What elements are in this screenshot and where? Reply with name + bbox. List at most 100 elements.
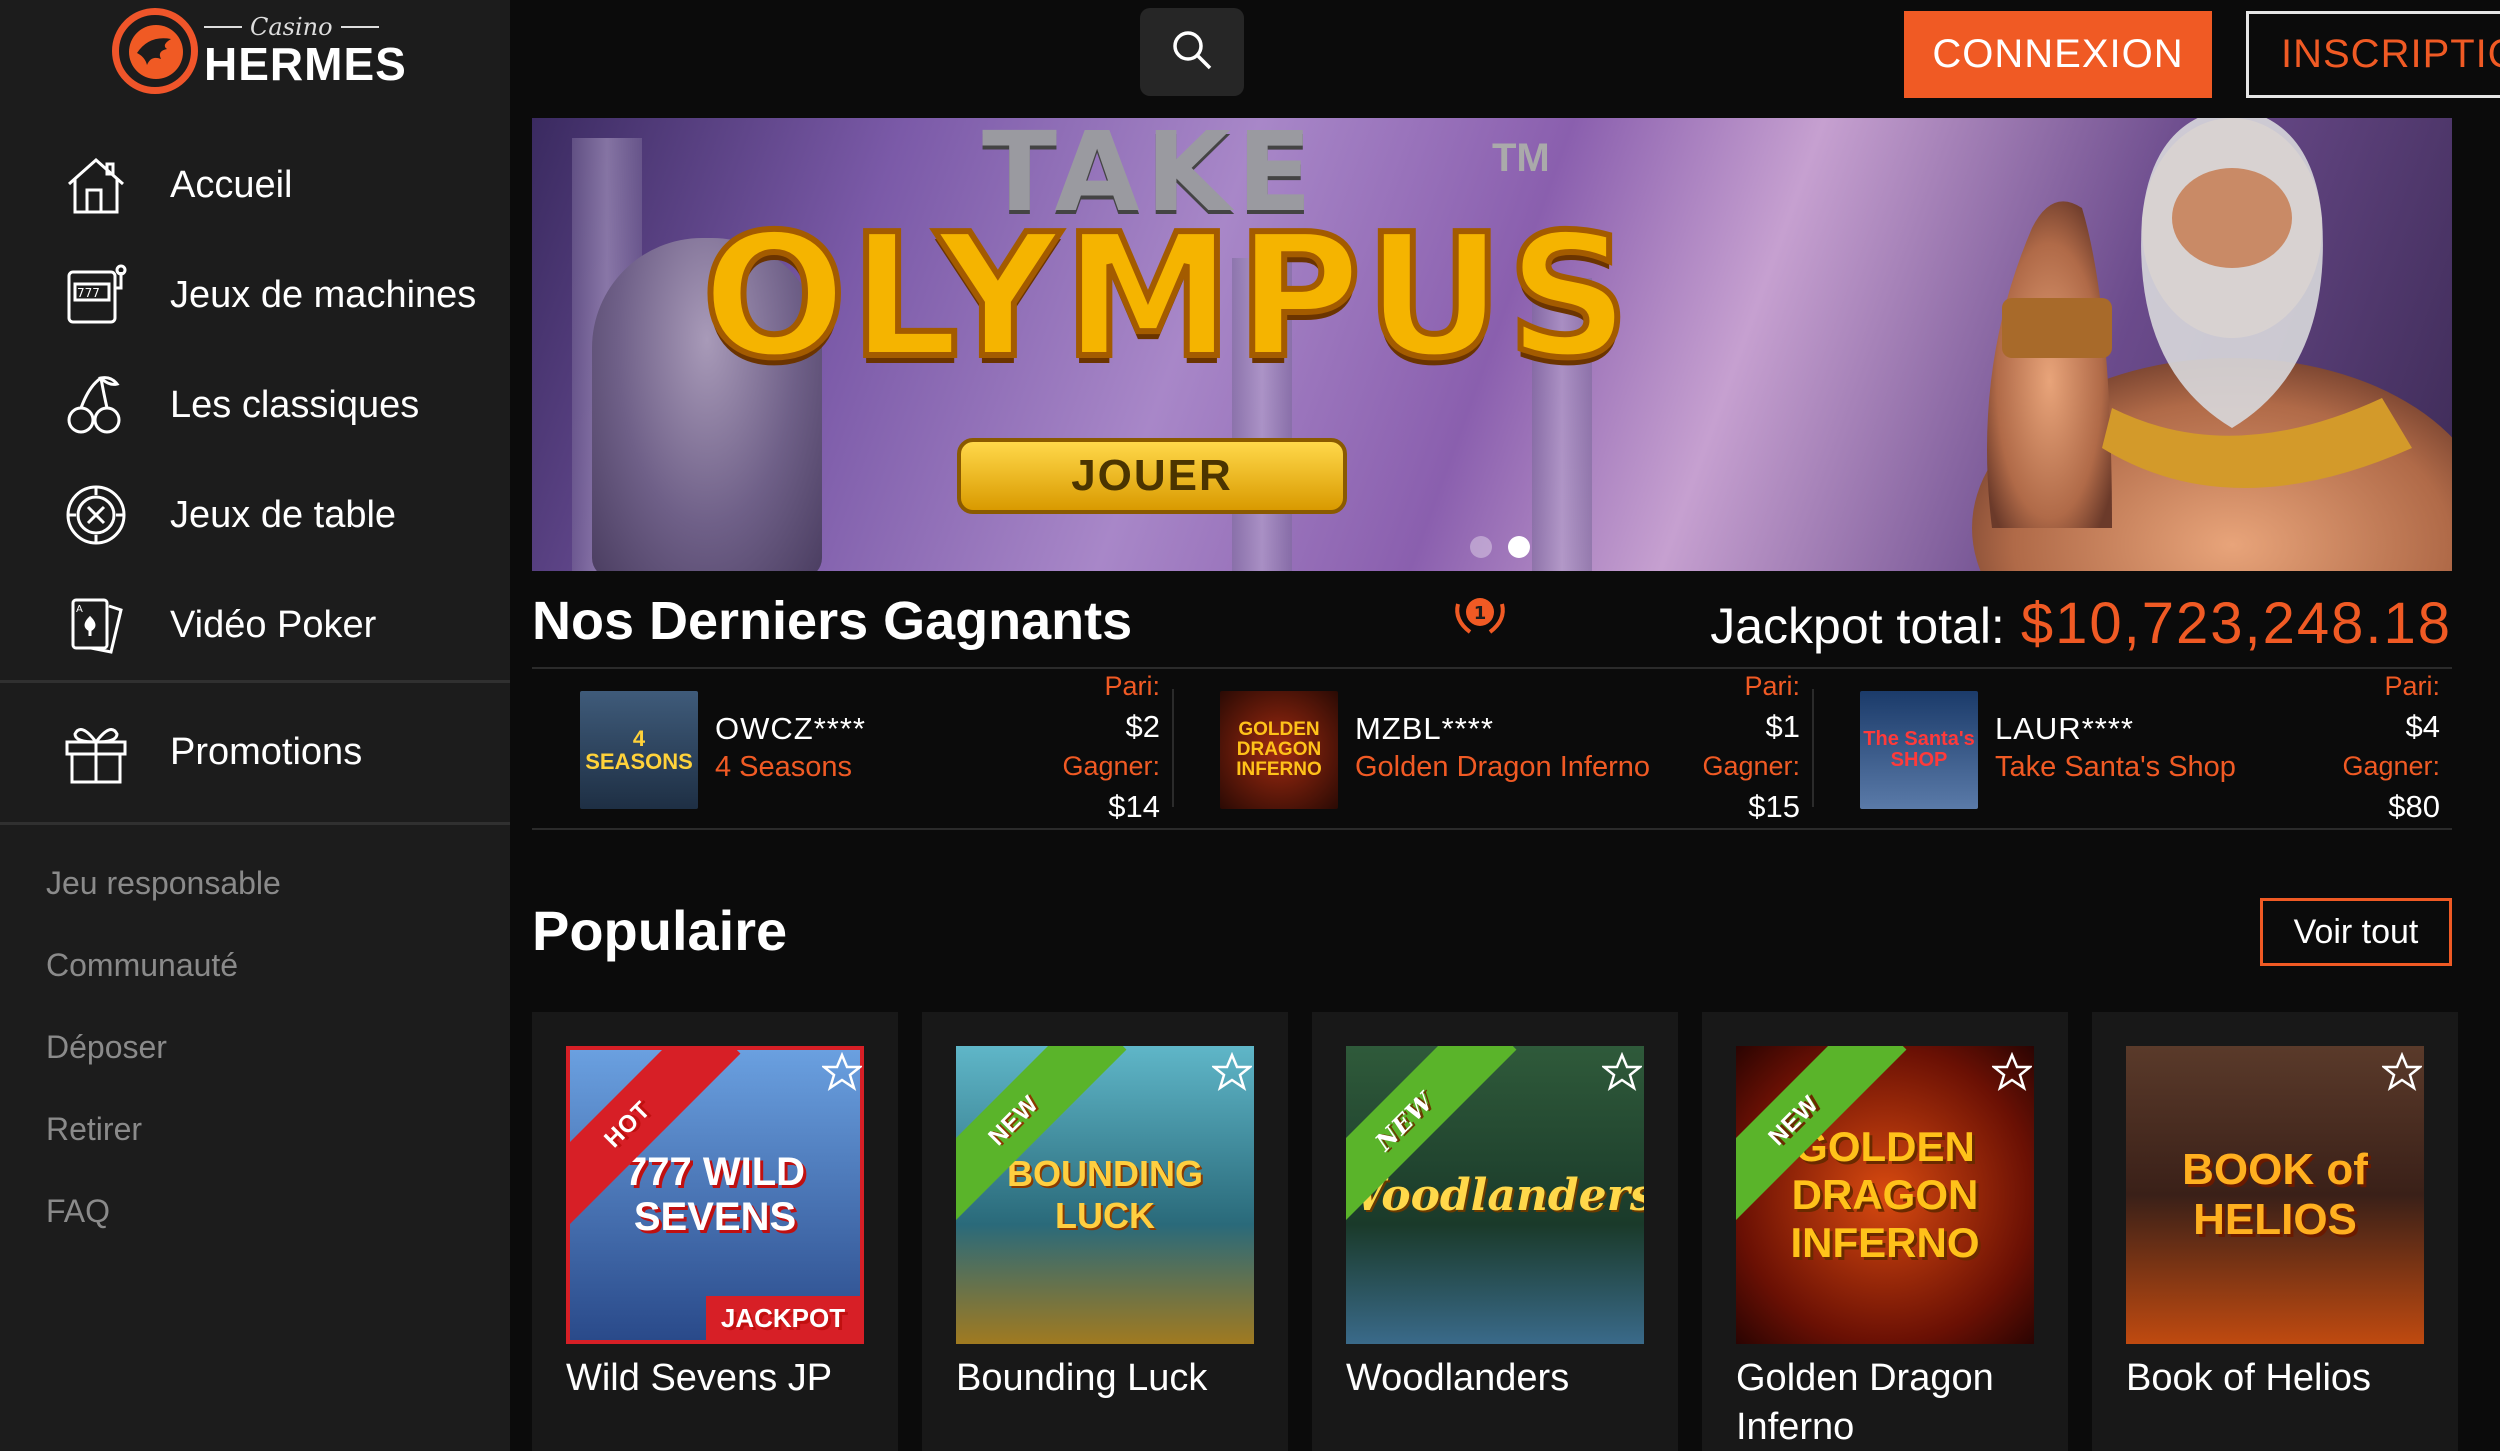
nav-item-jeux-de-table[interactable]: Jeux de table: [0, 460, 510, 570]
jackpot-badge: JACKPOT: [706, 1296, 860, 1340]
game-thumbnail: The Santa's SHOP: [1860, 691, 1978, 809]
sidebar-divider: [0, 822, 510, 825]
win-label: Gagner:: [1062, 751, 1160, 781]
favorite-star-icon[interactable]: [1602, 1052, 1642, 1092]
game-thumbnail: 4 SEASONS: [580, 691, 698, 809]
home-icon: [60, 149, 132, 221]
favorite-star-icon[interactable]: [822, 1052, 862, 1092]
link-retirer[interactable]: Retirer: [46, 1101, 281, 1183]
main-nav: Accueil 777 Jeux de machines Les classiq…: [0, 130, 510, 680]
thumbnail-text: GOLDEN DRAGON INFERNO: [1236, 719, 1322, 780]
login-button[interactable]: CONNEXION: [1904, 11, 2212, 98]
winner-username: LAUR****: [1995, 711, 2134, 746]
nav-item-promotions[interactable]: Promotions: [0, 680, 510, 825]
winner-username: OWCZ****: [715, 711, 866, 746]
game-name: Wild Sevens JP: [566, 1357, 833, 1399]
game-art-text: BOOK of HELIOS: [2182, 1145, 2368, 1244]
nav-label: Jeux de machines: [170, 273, 477, 316]
bet-amount: $1: [1765, 709, 1800, 744]
carousel-dot[interactable]: [1470, 536, 1492, 558]
promo-banner[interactable]: TAKE TM OLYMPUS JOUER: [532, 118, 2452, 571]
link-communaute[interactable]: Communauté: [46, 937, 281, 1019]
game-art: GOLDEN DRAGON INFERNO NEW: [1736, 1046, 2034, 1344]
search-icon: [1170, 28, 1214, 77]
game-name: Book of Helios: [2126, 1357, 2372, 1399]
favorite-star-icon[interactable]: [2382, 1052, 2422, 1092]
win-amount: $14: [1108, 789, 1160, 824]
winner-game-link[interactable]: Take Santa's Shop: [1995, 751, 2236, 784]
nav-item-video-poker[interactable]: A Vidéo Poker: [0, 570, 510, 680]
see-all-button[interactable]: Voir tout: [2260, 898, 2452, 966]
nav-item-accueil[interactable]: Accueil: [0, 130, 510, 240]
nav-label: Promotions: [170, 731, 363, 773]
game-card[interactable]: 777 WILD SEVENS HOT JACKPOT Wild Sevens …: [532, 1012, 898, 1451]
playing-cards-icon: A: [60, 589, 132, 661]
link-jeu-responsable[interactable]: Jeu responsable: [46, 855, 281, 937]
search-button[interactable]: [1140, 8, 1244, 96]
banner-zeus-art: [1972, 118, 2452, 571]
game-name: Golden Dragon Inferno: [1736, 1357, 1994, 1449]
win-label: Gagner:: [1702, 751, 1800, 781]
game-card[interactable]: Woodlanders NEW Woodlanders: [1312, 1012, 1678, 1451]
favorite-star-icon[interactable]: [1992, 1052, 2032, 1092]
bet-amount: $4: [2405, 709, 2440, 744]
carousel-dot-active[interactable]: [1508, 536, 1530, 558]
favorite-star-icon[interactable]: [1212, 1052, 1252, 1092]
winner-game-link[interactable]: Golden Dragon Inferno: [1355, 751, 1650, 784]
svg-text:A: A: [76, 604, 83, 615]
winner-card[interactable]: The Santa's SHOP LAUR**** Take Santa's S…: [1812, 669, 2452, 828]
thumbnail-text: 4 SEASONS: [585, 725, 693, 774]
winner-game-link[interactable]: 4 Seasons: [715, 751, 852, 784]
hermes-emblem-icon: [112, 8, 198, 94]
game-thumbnail: GOLDEN DRAGON INFERNO: [1220, 691, 1338, 809]
casino-logo[interactable]: Casino HERMES: [112, 8, 407, 94]
carousel-dots: [1470, 536, 1530, 558]
banner-trademark: TM: [1492, 136, 1550, 180]
game-card[interactable]: GOLDEN DRAGON INFERNO NEW Golden Dragon …: [1702, 1012, 2068, 1451]
nav-item-les-classiques[interactable]: Les classiques: [0, 350, 510, 460]
nav-item-jeux-de-machines[interactable]: 777 Jeux de machines: [0, 240, 510, 350]
poker-chip-icon: [60, 479, 132, 551]
popular-title: Populaire: [532, 899, 788, 962]
nav-label: Vidéo Poker: [170, 603, 377, 646]
nav-label: Accueil: [170, 163, 293, 206]
game-card[interactable]: BOUNDING LUCK NEW Bounding Luck: [922, 1012, 1288, 1451]
game-name: Woodlanders: [1346, 1357, 1570, 1399]
winner-card[interactable]: GOLDEN DRAGON INFERNO MZBL**** Golden Dr…: [1172, 669, 1812, 828]
winner-username: MZBL****: [1355, 711, 1494, 746]
medal-number: 1: [1474, 603, 1487, 624]
banner-title-olympus: OLYMPUS: [699, 195, 1634, 399]
jackpot-label: Jackpot total:: [1710, 598, 2005, 654]
popular-games-list: 777 WILD SEVENS HOT JACKPOT Wild Sevens …: [532, 1012, 2458, 1451]
game-card[interactable]: BOOK of HELIOS Book of Helios: [2092, 1012, 2458, 1451]
game-art-text: Woodlanders: [1346, 1169, 1644, 1221]
sidebar: Casino HERMES Accueil 777 Jeux de machin…: [0, 0, 510, 1451]
bet-amount: $2: [1125, 709, 1160, 744]
jackpot-total: Jackpot total: $10,723,248.18: [1710, 590, 2452, 657]
slot-machine-icon: 777: [60, 259, 132, 331]
secondary-links: Jeu responsable Communauté Déposer Retir…: [46, 855, 281, 1265]
logo-hermes-text: HERMES: [204, 38, 407, 90]
banner-play-button[interactable]: JOUER: [957, 438, 1347, 514]
game-art: 777 WILD SEVENS HOT JACKPOT: [566, 1046, 864, 1344]
logo-casino-text: Casino: [204, 15, 407, 39]
win-amount: $80: [2388, 789, 2440, 824]
thumbnail-text: The Santa's SHOP: [1863, 728, 1975, 771]
game-art: BOUNDING LUCK NEW: [956, 1046, 1254, 1344]
medal-icon: 1: [1450, 590, 1510, 645]
register-button[interactable]: INSCRIPTION: [2246, 11, 2500, 98]
winners-list: 4 SEASONS OWCZ**** 4 Seasons Pari: $2 Ga…: [532, 667, 2452, 830]
link-faq[interactable]: FAQ: [46, 1183, 281, 1265]
cherries-icon: [60, 369, 132, 441]
game-art: BOOK of HELIOS: [2126, 1046, 2424, 1344]
bet-label: Pari:: [1744, 671, 1800, 701]
game-art: Woodlanders NEW: [1346, 1046, 1644, 1344]
nav-label: Les classiques: [170, 383, 420, 426]
bet-label: Pari:: [2384, 671, 2440, 701]
gift-icon: [60, 717, 132, 789]
winner-card[interactable]: 4 SEASONS OWCZ**** 4 Seasons Pari: $2 Ga…: [532, 669, 1172, 828]
jackpot-value: $10,723,248.18: [2020, 591, 2452, 656]
win-amount: $15: [1748, 789, 1800, 824]
link-deposer[interactable]: Déposer: [46, 1019, 281, 1101]
svg-text:777: 777: [77, 286, 100, 300]
